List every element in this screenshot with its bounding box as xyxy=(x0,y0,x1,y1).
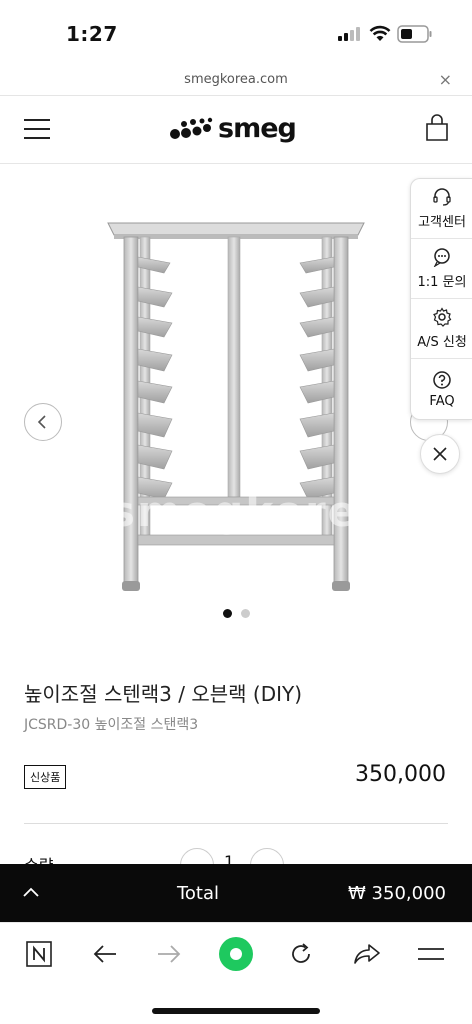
arrow-right-icon xyxy=(158,945,181,963)
pagination-dot[interactable] xyxy=(240,609,250,618)
inquiry-button[interactable]: 1:1 문의 xyxy=(411,239,472,299)
chat-icon xyxy=(433,248,450,267)
close-side-panel-button[interactable] xyxy=(420,434,460,474)
total-bar[interactable]: Total ₩ 350,000 xyxy=(0,864,472,922)
browser-toolbar xyxy=(0,922,472,986)
close-icon[interactable]: × xyxy=(439,70,452,89)
divider xyxy=(24,823,448,824)
quantity-row: 수량 1 xyxy=(0,846,472,866)
site-header: smeg xyxy=(0,96,472,164)
gear-icon xyxy=(433,307,452,327)
faq-button[interactable]: FAQ xyxy=(411,359,472,419)
new-product-badge: 신상품 xyxy=(24,765,67,789)
logo-dots-icon xyxy=(170,117,213,139)
pagination-dot[interactable] xyxy=(222,609,232,618)
green-dot-icon xyxy=(219,937,253,971)
as-request-button[interactable]: A/S 신청 xyxy=(411,299,472,359)
product-model: JCSRD-30 높이조절 스탠랙3 xyxy=(24,717,199,733)
reload-icon xyxy=(292,943,310,963)
home-indicator xyxy=(152,1008,320,1014)
forward-button[interactable] xyxy=(152,937,186,971)
status-bar: 1:27 xyxy=(0,0,472,66)
side-item-label: 고객센터 xyxy=(418,215,466,230)
product-price: 350,000 xyxy=(355,762,446,787)
floating-help-panel: 고객센터 1:1 문의 A/S 신청 FAQ xyxy=(410,178,472,420)
green-dot-button[interactable] xyxy=(216,934,256,974)
wifi-icon xyxy=(369,25,391,41)
product-image xyxy=(107,222,365,591)
side-item-label: FAQ xyxy=(429,393,455,409)
cellular-signal-icon xyxy=(338,27,360,41)
product-title: 높이조절 스텐랙3 / 오븐랙 (DIY) xyxy=(24,682,303,706)
smeg-logo[interactable]: smeg xyxy=(170,110,297,146)
arrow-left-icon xyxy=(93,945,116,963)
naver-n-icon xyxy=(26,941,52,967)
headset-icon xyxy=(433,188,451,206)
logo-text: smeg xyxy=(218,112,297,144)
product-gallery[interactable]: smegkorea xyxy=(0,165,472,635)
shopping-bag-icon[interactable] xyxy=(425,114,449,142)
previous-image-button[interactable] xyxy=(24,403,62,441)
total-value: ₩ 350,000 xyxy=(348,883,446,904)
question-icon xyxy=(433,370,451,389)
browser-menu-button[interactable] xyxy=(414,937,448,971)
hamburger-menu-icon[interactable] xyxy=(24,119,50,139)
customer-center-button[interactable]: 고객센터 xyxy=(411,179,472,239)
naver-home-button[interactable] xyxy=(22,937,56,971)
share-arrow-icon xyxy=(354,944,380,964)
back-button[interactable] xyxy=(88,937,122,971)
side-item-label: 1:1 문의 xyxy=(417,275,467,290)
total-label: Total xyxy=(176,883,220,904)
close-icon xyxy=(433,447,447,461)
gallery-pagination xyxy=(0,609,472,618)
side-item-label: A/S 신청 xyxy=(417,335,467,350)
status-time: 1:27 xyxy=(66,22,118,46)
image-watermark: smegkorea xyxy=(110,487,389,536)
share-button[interactable] xyxy=(350,937,384,971)
menu-lines-icon xyxy=(418,948,444,960)
url-text[interactable]: smegkorea.com xyxy=(0,72,472,87)
url-bar[interactable]: smegkorea.com × xyxy=(0,66,472,96)
battery-icon xyxy=(397,25,432,43)
reload-button[interactable] xyxy=(284,937,318,971)
chevron-left-icon xyxy=(37,415,46,429)
